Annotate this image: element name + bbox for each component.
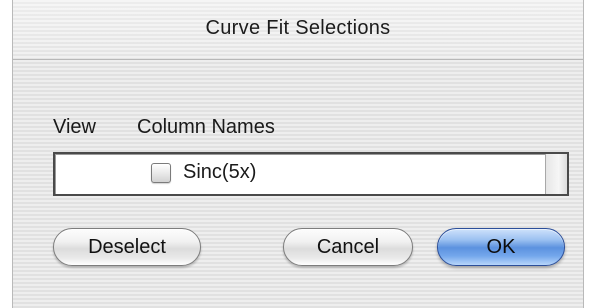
list-item-label: Sinc(5x)	[183, 161, 257, 183]
ok-button[interactable]: OK	[437, 228, 565, 266]
column-list[interactable]: Sinc(5x)	[53, 152, 569, 196]
curve-fit-dialog: Curve Fit Selections View Column Names S…	[12, 0, 584, 308]
cancel-button[interactable]: Cancel	[283, 228, 413, 266]
column-names-header: Column Names	[137, 116, 275, 138]
dialog-title: Curve Fit Selections	[205, 17, 391, 39]
view-column-header: View	[53, 116, 96, 138]
list-item[interactable]: Sinc(5x)	[55, 154, 545, 194]
dialog-titlebar[interactable]: Curve Fit Selections	[13, 0, 583, 60]
deselect-button[interactable]: Deselect	[53, 228, 201, 266]
sinc-checkbox[interactable]	[151, 163, 171, 183]
vertical-scrollbar[interactable]	[545, 154, 567, 194]
